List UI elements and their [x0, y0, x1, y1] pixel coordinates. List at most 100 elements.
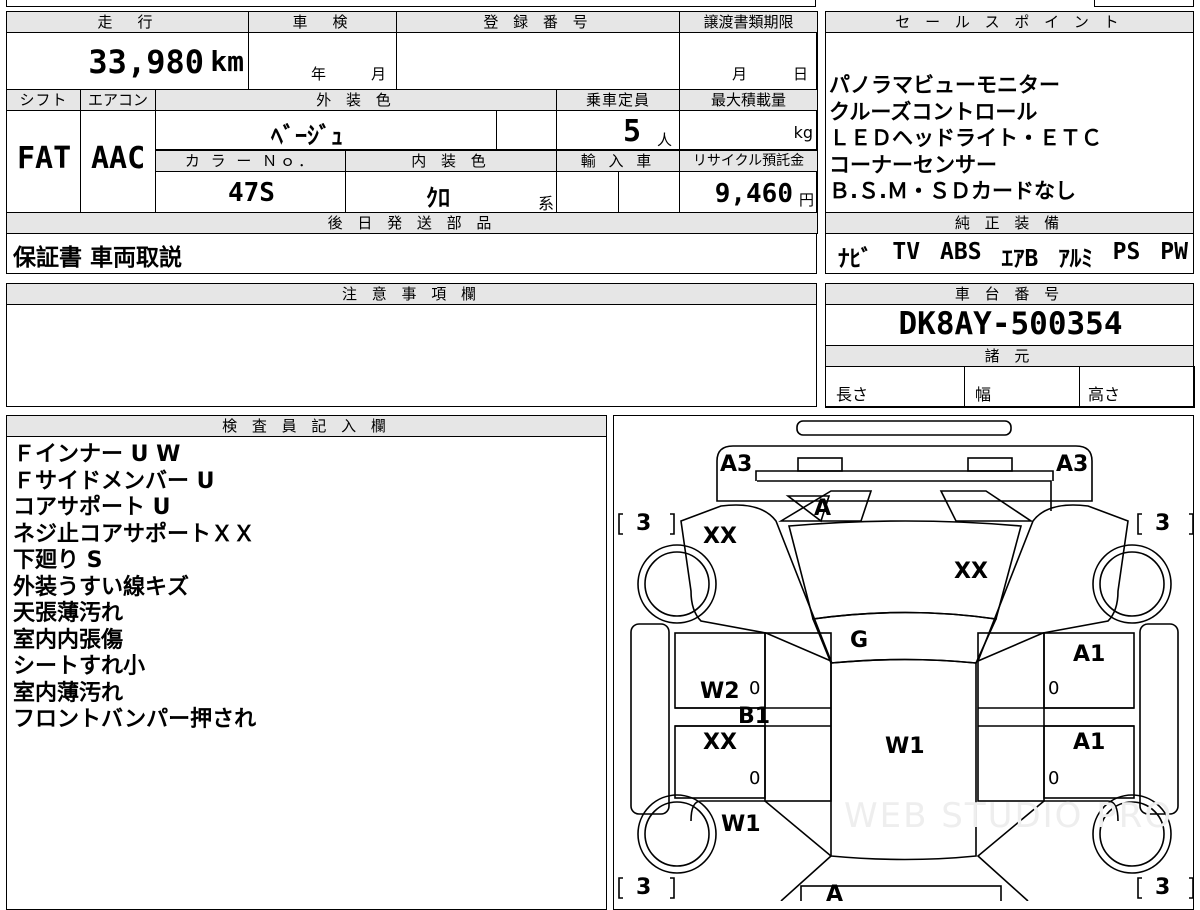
transfer-cell: 月 日	[679, 32, 818, 90]
import-cell-1	[556, 171, 619, 213]
capacity-header: 乗車定員	[556, 89, 680, 111]
inspector-item: ネジ止コアサポートＸＸ	[13, 521, 256, 547]
inspector-item: 室内内張傷	[13, 627, 124, 653]
sales-points-header: セ ー ル ス ポ イ ン ト	[825, 11, 1194, 33]
later-parts-header: 後 日 発 送 部 品	[6, 212, 818, 234]
mark-hood: XX	[954, 559, 988, 584]
ac-cell: AAC	[80, 110, 156, 213]
import-header: 輸 入 車	[556, 150, 680, 172]
recycle-header: リサイクル預託金	[679, 150, 818, 172]
inspector-item: Ｆサイドメンバー U	[13, 468, 215, 494]
later-parts-value: 保証書 車両取説	[13, 245, 183, 271]
inspection-cell: 年 月	[248, 32, 397, 90]
mark-front-right-corner: A3	[1056, 452, 1089, 477]
mark-right-rear-door: A1	[1073, 730, 1106, 755]
right-front-wheel-shape	[1092, 544, 1172, 624]
right-headlight-shape	[967, 457, 1013, 472]
chassis-number: DK8AY-500354	[898, 306, 1123, 342]
equipment-airbag: ｴｱB	[1001, 246, 1039, 272]
mark-roof: W1	[885, 734, 925, 759]
inspector-item: Ｆインナー U W	[13, 442, 181, 467]
main-table: 走 行 車 検 登 録 番 号 譲渡書類期限 33,980 km 年 月 月 日…	[6, 11, 818, 274]
mark-hood-front: A	[814, 496, 832, 521]
mileage-value: 33,980	[88, 43, 204, 81]
exterior-value: ﾍﾞｰｼﾞｭ	[271, 122, 343, 150]
transfer-day: 日	[793, 65, 809, 83]
spec-length-cell: 長さ	[825, 366, 965, 408]
ac-header: エアコン	[80, 89, 156, 111]
genuine-equipment-box: 純 正 装 備 ﾅﾋﾞ TV ABS ｴｱB ｱﾙﾐ PS PW	[825, 212, 1194, 274]
left-front-wheel-shape	[637, 544, 717, 624]
load-header: 最大積載量	[679, 89, 818, 111]
sales-point-item: クルーズコントロール	[829, 99, 1038, 124]
right-lamp-shape	[939, 490, 1034, 522]
spec-width-cell: 幅	[964, 366, 1080, 408]
mark-left-rear-fender: W1	[721, 812, 761, 837]
mark-right-front-door: A1	[1073, 642, 1106, 667]
mark-windshield: G	[850, 628, 869, 653]
equipment-tv: TV	[892, 239, 921, 265]
exterior-header: 外 装 色	[155, 89, 557, 111]
recycle-value: 9,460	[714, 179, 793, 209]
antenna-shape	[796, 420, 1012, 436]
car-diagram-box: A3 A3 A XX XX G W2 A1 B1 XX W1 A1 W1 A 0…	[613, 415, 1194, 910]
mark-left-front-door: W2	[700, 679, 740, 704]
right-sill-shape	[1139, 623, 1179, 815]
genuine-equipment-list: ﾅﾋﾞ TV ABS ｴｱB ｱﾙﾐ PS PW	[838, 239, 1188, 273]
spec-height-cell: 高さ	[1079, 366, 1195, 408]
tire-right-front: 3	[1155, 511, 1171, 536]
sales-points-list: パノラマビューモニター クルーズコントロール ＬＥＤヘッドライト・ＥＴＣ コーナ…	[829, 72, 1102, 205]
left-rear-wheel-shape	[637, 794, 717, 874]
shift-cell: FAT	[6, 110, 81, 213]
recycle-cell: 9,460 円	[679, 171, 818, 213]
sales-points-box: セ ー ル ス ポ イ ン ト パノラマビューモニター クルーズコントロール Ｌ…	[825, 11, 1194, 213]
spec-width-label: 幅	[975, 385, 992, 404]
color-no-cell: 47S	[155, 171, 346, 213]
inspector-item: 下廻り S	[13, 548, 103, 573]
tire-left-rear: 3	[636, 875, 652, 900]
inspector-header: 検 査 員 記 入 欄	[6, 415, 607, 437]
spec-height-label: 高さ	[1088, 385, 1121, 404]
windshield-shape	[811, 611, 998, 664]
mileage-header: 走 行	[6, 11, 249, 33]
shift-value: FAT	[17, 141, 72, 176]
inspector-item: 外装うすい線キズ	[13, 574, 190, 600]
equipment-abs: ABS	[940, 239, 982, 265]
door-zero-lf: 0	[749, 678, 761, 699]
genuine-equipment-header: 純 正 装 備	[825, 212, 1194, 234]
chassis-header: 車 台 番 号	[825, 283, 1194, 305]
inspection-month: 月	[371, 65, 387, 83]
tire-left-front: 3	[636, 511, 652, 536]
interior-value: ｸﾛ	[426, 184, 450, 212]
exterior-cell: ﾍﾞｰｼﾞｭ	[155, 110, 497, 150]
front-bumper-shape	[716, 445, 1093, 502]
capacity-value: 5	[623, 114, 642, 149]
interior-header: 内 装 色	[345, 150, 557, 172]
door-zero-rf: 0	[1048, 678, 1060, 699]
spec-length-label: 長さ	[836, 385, 869, 404]
mark-front-left-corner: A3	[720, 452, 753, 477]
mark-left-rear-door: XX	[703, 730, 737, 755]
right-front-fender-shape	[976, 504, 1129, 663]
transfer-header: 譲渡書類期限	[679, 11, 818, 33]
interior-suffix: 系	[537, 194, 554, 213]
sales-point-item: コーナーセンサー	[829, 152, 997, 177]
mileage-cell: 33,980 km	[6, 32, 249, 90]
equipment-navi: ﾅﾋﾞ	[838, 246, 873, 272]
notes-box: 注 意 事 項 欄	[6, 283, 817, 407]
interior-cell: ｸﾛ 系	[345, 171, 557, 213]
transfer-month: 月	[732, 65, 748, 83]
door-zero-lr: 0	[749, 768, 761, 789]
capacity-cell: 5 人	[556, 110, 680, 150]
equipment-alloy: ｱﾙﾐ	[1058, 246, 1093, 272]
inspector-item: 天張薄汚れ	[13, 601, 124, 626]
mileage-unit: km	[210, 45, 244, 78]
exterior-extra-cell	[496, 110, 557, 150]
left-sill-shape	[630, 623, 670, 815]
color-no-value: 47S	[228, 178, 275, 208]
sales-point-item: Ｂ.Ｓ.Ｍ・ＳＤカードなし	[829, 179, 1076, 203]
left-headlight-shape	[797, 457, 843, 472]
notes-header: 注 意 事 項 欄	[6, 283, 817, 305]
equipment-pw: PW	[1160, 239, 1188, 265]
top-strip	[6, 0, 816, 7]
